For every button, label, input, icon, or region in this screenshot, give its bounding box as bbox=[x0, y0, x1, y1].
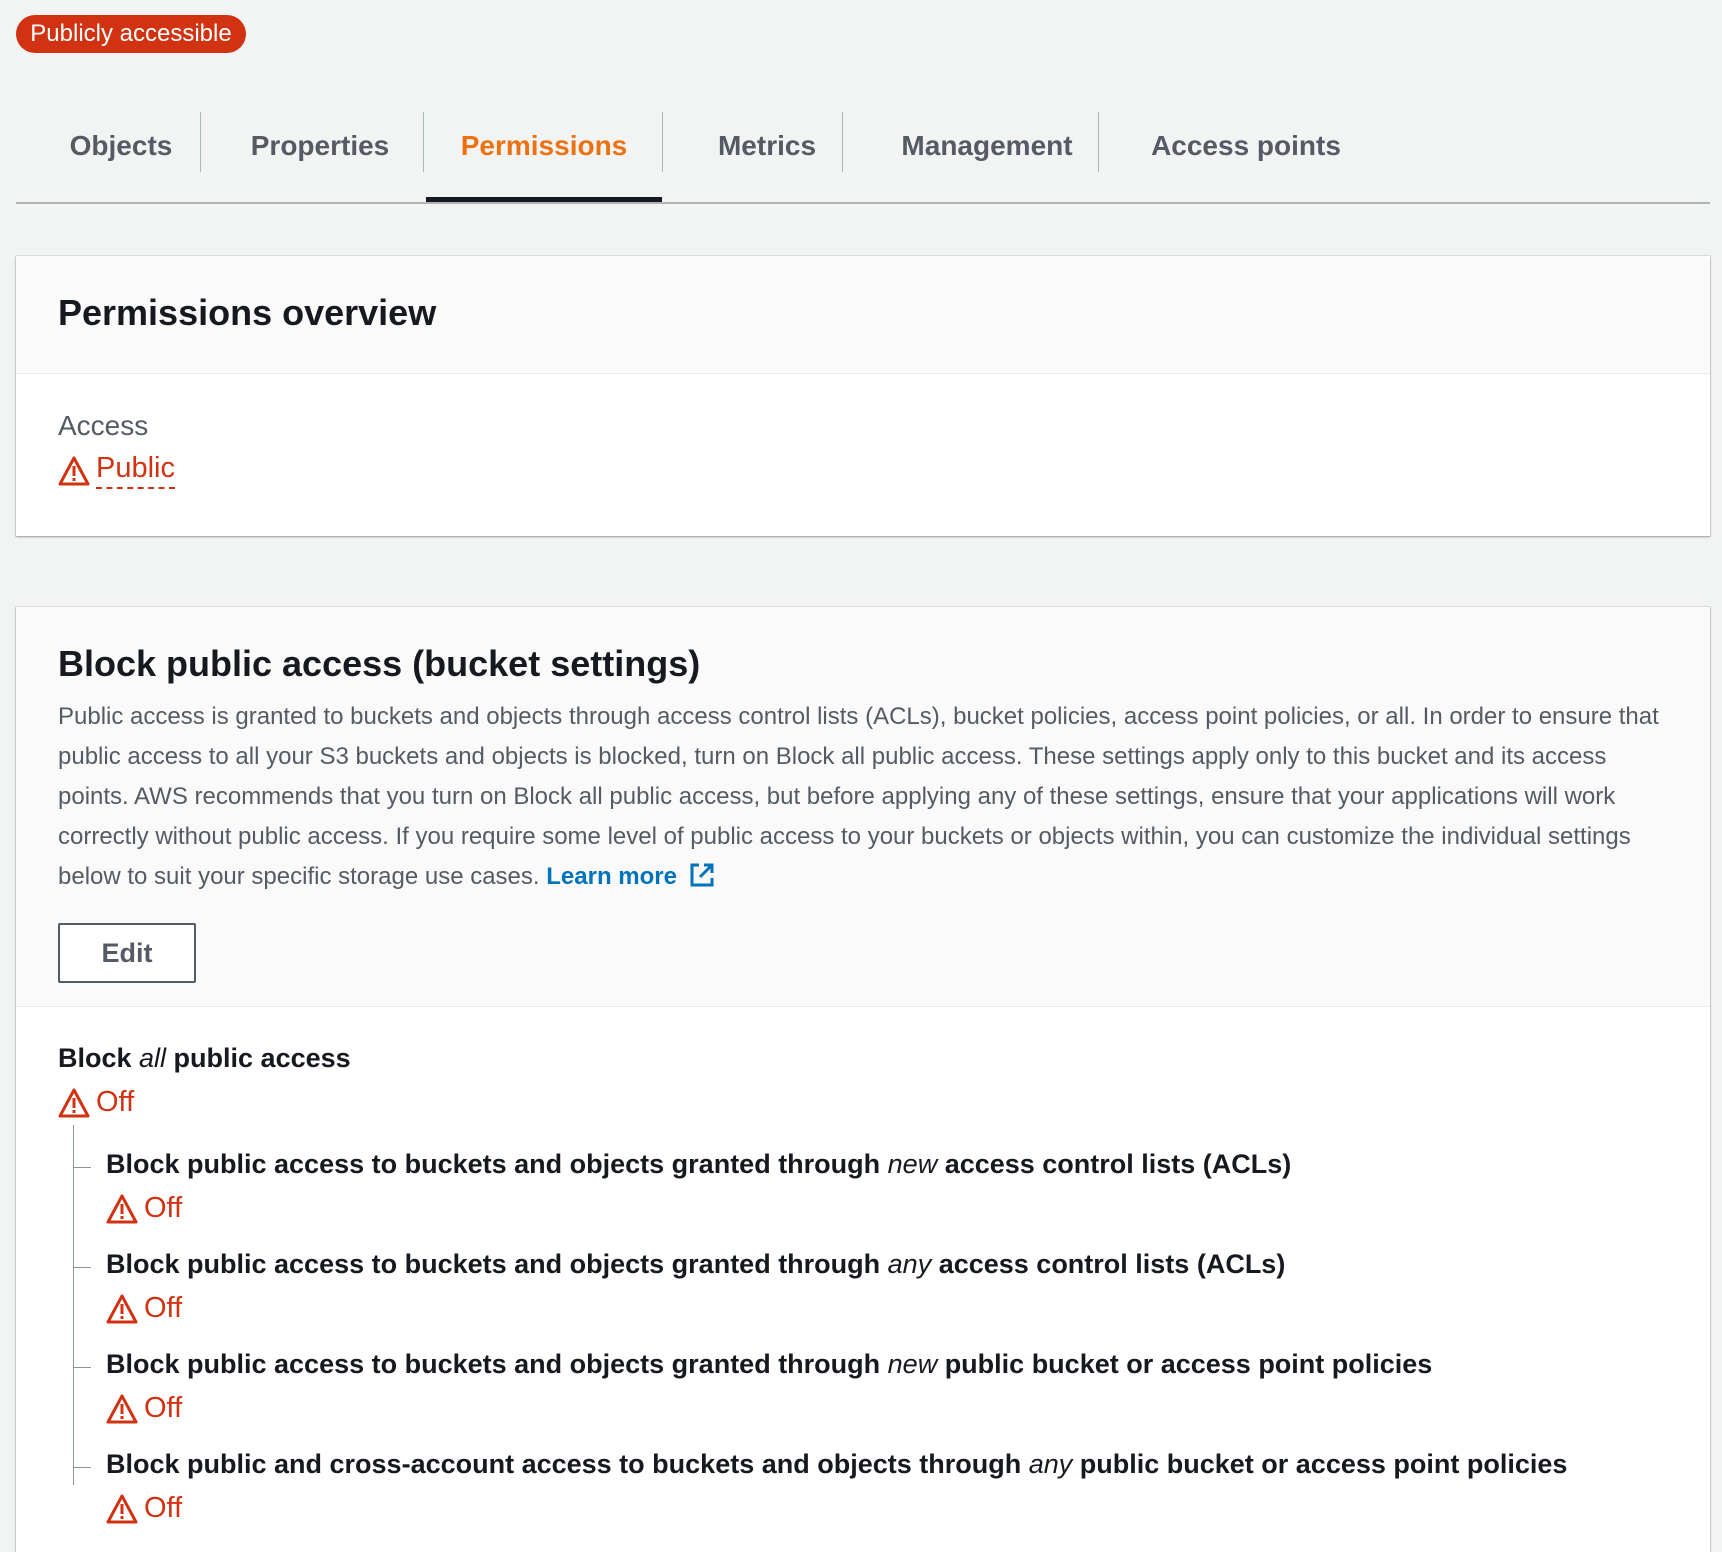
public-access-badge: Publicly accessible bbox=[16, 15, 246, 53]
warning-icon bbox=[106, 1294, 138, 1323]
tree-branch bbox=[73, 1367, 91, 1368]
warning-icon bbox=[58, 1088, 90, 1117]
setting-status: Off bbox=[58, 1086, 351, 1119]
warning-icon bbox=[106, 1494, 138, 1523]
active-tab-indicator bbox=[426, 197, 662, 202]
setting-any-acls: Block public access to buckets and objec… bbox=[106, 1249, 1285, 1325]
setting-title: Block public access to buckets and objec… bbox=[106, 1349, 1433, 1379]
tab-access-points[interactable]: Access points bbox=[1128, 112, 1364, 204]
tab-separator bbox=[423, 112, 424, 172]
tree-branch bbox=[73, 1167, 91, 1168]
setting-status: Off bbox=[106, 1492, 1567, 1525]
tab-separator bbox=[842, 112, 843, 172]
warning-icon bbox=[106, 1394, 138, 1423]
access-status[interactable]: Public bbox=[58, 452, 1668, 489]
status-text: Off bbox=[144, 1192, 183, 1224]
status-text: Off bbox=[144, 1492, 183, 1524]
tab-bar: Objects Properties Permissions Metrics M… bbox=[16, 112, 1710, 204]
panel-title: Permissions overview bbox=[58, 292, 437, 333]
status-text: Off bbox=[96, 1086, 135, 1118]
access-value[interactable]: Public bbox=[96, 452, 175, 489]
setting-block-all: Block all public access Off bbox=[58, 1043, 351, 1119]
block-public-access-panel: Block public access (bucket settings) Pu… bbox=[16, 607, 1710, 1552]
setting-title: Block all public access bbox=[58, 1043, 351, 1073]
tab-separator bbox=[200, 112, 201, 172]
tree-branch bbox=[73, 1267, 91, 1268]
permissions-overview-panel: Permissions overview Access Public bbox=[16, 256, 1710, 536]
tab-objects[interactable]: Objects bbox=[56, 112, 186, 204]
tree-line bbox=[73, 1125, 74, 1485]
status-text: Off bbox=[144, 1292, 183, 1324]
tab-separator bbox=[662, 112, 663, 172]
panel-title: Block public access (bucket settings) bbox=[58, 643, 701, 684]
setting-status: Off bbox=[106, 1292, 1285, 1325]
tab-properties[interactable]: Properties bbox=[230, 112, 410, 204]
tree-branch bbox=[73, 1467, 91, 1468]
warning-icon bbox=[106, 1194, 138, 1223]
setting-status: Off bbox=[106, 1392, 1432, 1425]
setting-any-policies: Block public and cross-account access to… bbox=[106, 1449, 1567, 1525]
setting-status: Off bbox=[106, 1192, 1291, 1225]
external-link-icon[interactable] bbox=[687, 860, 717, 890]
setting-new-acls: Block public access to buckets and objec… bbox=[106, 1149, 1291, 1225]
panel-header: Block public access (bucket settings) Pu… bbox=[16, 607, 1710, 1007]
status-text: Off bbox=[144, 1392, 183, 1424]
setting-title: Block public access to buckets and objec… bbox=[106, 1249, 1286, 1279]
tab-permissions[interactable]: Permissions bbox=[426, 112, 662, 204]
tab-management[interactable]: Management bbox=[872, 112, 1102, 204]
edit-button[interactable]: Edit bbox=[58, 923, 196, 983]
setting-title: Block public and cross-account access to… bbox=[106, 1449, 1568, 1479]
learn-more-link[interactable]: Learn more bbox=[546, 863, 677, 890]
tab-metrics[interactable]: Metrics bbox=[692, 112, 842, 204]
setting-title: Block public access to buckets and objec… bbox=[106, 1149, 1292, 1179]
panel-description: Public access is granted to buckets and … bbox=[58, 697, 1678, 897]
description-text: Public access is granted to buckets and … bbox=[58, 703, 1659, 890]
setting-new-policies: Block public access to buckets and objec… bbox=[106, 1349, 1432, 1425]
access-label: Access bbox=[58, 410, 149, 441]
panel-header: Permissions overview bbox=[16, 256, 1710, 374]
warning-icon bbox=[58, 456, 90, 485]
tab-separator bbox=[1098, 112, 1099, 172]
